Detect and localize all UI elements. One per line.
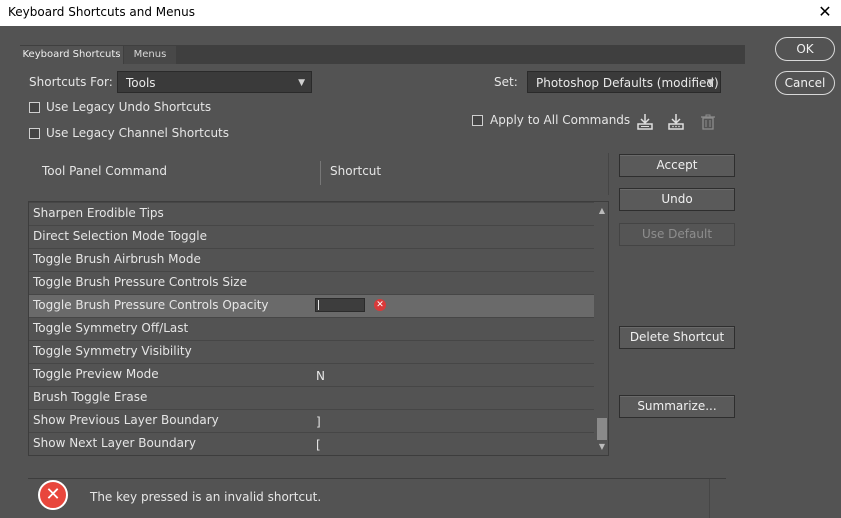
shortcut-value: N — [316, 369, 325, 383]
message-divider — [709, 479, 710, 518]
scroll-up-icon[interactable]: ▲ — [595, 205, 608, 217]
set-select[interactable]: Photoshop Defaults (modified) ▼ — [527, 71, 721, 93]
table-row[interactable]: Toggle Brush Pressure Controls Size — [29, 271, 594, 294]
column-divider — [320, 161, 321, 185]
table-row[interactable]: Sharpen Erodible Tips — [29, 202, 594, 225]
apply-all-label: Apply to All Commands — [490, 113, 631, 127]
chevron-down-icon: ▼ — [707, 78, 714, 88]
command-label: Brush Toggle Erase — [33, 390, 148, 404]
error-message: The key pressed is an invalid shortcut. — [90, 490, 322, 504]
shortcut-input[interactable] — [315, 298, 365, 312]
accept-button[interactable]: Accept — [619, 154, 735, 177]
table-row[interactable]: Show Previous Layer Boundary ] — [29, 409, 594, 432]
command-label: Toggle Brush Pressure Controls Opacity — [33, 298, 269, 312]
shortcut-value: [ — [316, 438, 321, 452]
scroll-thumb[interactable] — [597, 418, 607, 440]
command-label: Toggle Preview Mode — [33, 367, 159, 381]
table-row[interactable]: Show Next Layer Boundary [ — [29, 432, 594, 455]
command-label: Toggle Brush Airbrush Mode — [33, 252, 201, 266]
save-set-as-icon[interactable] — [666, 112, 686, 132]
text-caret — [318, 300, 319, 310]
chevron-down-icon: ▼ — [298, 78, 305, 88]
cancel-button[interactable]: Cancel — [775, 71, 835, 95]
clear-shortcut-icon[interactable]: ✕ — [374, 299, 386, 311]
table-row[interactable]: Toggle Symmetry Visibility — [29, 340, 594, 363]
shortcuts-for-label: Shortcuts For: — [29, 75, 113, 89]
column-header-shortcut: Shortcut — [330, 164, 382, 178]
command-label: Toggle Brush Pressure Controls Size — [33, 275, 247, 289]
legacy-undo-label: Use Legacy Undo Shortcuts — [46, 100, 212, 114]
legacy-undo-checkbox[interactable] — [29, 102, 40, 113]
command-label: Show Previous Layer Boundary — [33, 413, 219, 427]
delete-shortcut-button[interactable]: Delete Shortcut — [619, 326, 735, 349]
command-label: Sharpen Erodible Tips — [33, 206, 164, 220]
table-row[interactable]: Brush Toggle Erase — [29, 386, 594, 409]
set-value: Photoshop Defaults (modified) — [536, 76, 719, 90]
ok-button[interactable]: OK — [775, 37, 835, 61]
scroll-down-icon[interactable]: ▼ — [595, 441, 608, 453]
legacy-channel-label: Use Legacy Channel Shortcuts — [46, 126, 230, 140]
vertical-scrollbar[interactable]: ▲ ▼ — [595, 202, 608, 455]
tab-keyboard-shortcuts[interactable]: Keyboard Shortcuts — [20, 46, 123, 64]
command-label: Toggle Symmetry Off/Last — [33, 321, 189, 335]
window-title: Keyboard Shortcuts and Menus — [8, 5, 195, 19]
trash-icon[interactable] — [698, 112, 718, 132]
save-set-icon[interactable] — [635, 112, 655, 132]
command-label: Toggle Symmetry Visibility — [33, 344, 192, 358]
title-bar: Keyboard Shortcuts and Menus ✕ — [0, 0, 841, 26]
set-label: Set: — [494, 75, 518, 89]
table-row[interactable]: Toggle Brush Airbrush Mode — [29, 248, 594, 271]
column-header-command: Tool Panel Command — [42, 164, 167, 178]
table-row[interactable]: Direct Selection Mode Toggle — [29, 225, 594, 248]
table-row[interactable]: Toggle Symmetry Off/Last — [29, 317, 594, 340]
apply-all-checkbox[interactable] — [472, 115, 483, 126]
shortcuts-for-select[interactable]: Tools ▼ — [117, 71, 312, 93]
legacy-channel-checkbox[interactable] — [29, 128, 40, 139]
shortcut-table: Sharpen Erodible Tips Direct Selection M… — [28, 201, 609, 456]
error-icon: ✕ — [38, 480, 68, 510]
tab-menus[interactable]: Menus — [124, 46, 176, 64]
table-row[interactable]: Toggle Preview Mode N — [29, 363, 594, 386]
command-label: Show Next Layer Boundary — [33, 436, 197, 450]
shortcuts-for-value: Tools — [126, 76, 156, 90]
table-row-selected[interactable]: Toggle Brush Pressure Controls Opacity ✕ — [29, 294, 594, 317]
summarize-button[interactable]: Summarize... — [619, 395, 735, 418]
close-icon[interactable]: ✕ — [813, 1, 837, 23]
undo-button[interactable]: Undo — [619, 188, 735, 211]
header-divider — [608, 153, 609, 195]
command-label: Direct Selection Mode Toggle — [33, 229, 207, 243]
shortcut-value: ] — [316, 415, 321, 429]
use-default-button[interactable]: Use Default — [619, 223, 735, 246]
